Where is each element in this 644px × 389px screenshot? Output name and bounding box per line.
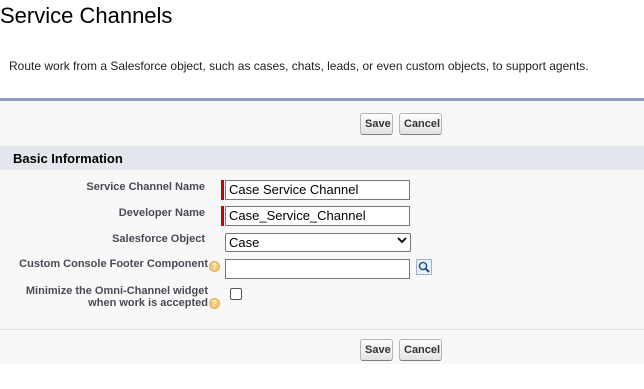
required-indicator — [221, 206, 224, 226]
minimize-widget-label-line2: when work is accepted — [88, 297, 208, 309]
save-button-top[interactable]: Save — [360, 113, 393, 135]
cancel-button-bottom[interactable]: Cancel — [399, 339, 442, 361]
section-title: Basic Information — [13, 151, 123, 166]
help-icon[interactable]: ? — [209, 261, 220, 272]
page-description: Route work from a Salesforce object, suc… — [9, 59, 589, 73]
custom-console-footer-input[interactable] — [225, 259, 410, 279]
required-indicator — [221, 180, 224, 200]
developer-name-label: Developer Name — [118, 207, 205, 219]
custom-console-footer-label: Custom Console Footer Component — [19, 258, 208, 270]
cancel-button-top[interactable]: Cancel — [399, 113, 442, 135]
help-icon[interactable]: ? — [209, 298, 220, 309]
divider — [0, 329, 644, 330]
minimize-widget-label-line1: Minimize the Omni-Channel widget — [25, 285, 208, 297]
service-channel-name-input[interactable]: Case Service Channel — [225, 180, 410, 200]
magnifier-lookup-icon[interactable] — [416, 259, 432, 275]
top-button-row: Save Cancel — [0, 101, 644, 145]
developer-name-input[interactable]: Case_Service_Channel — [225, 206, 410, 226]
save-button-bottom[interactable]: Save — [360, 339, 393, 361]
salesforce-object-label: Salesforce Object — [112, 233, 205, 245]
minimize-widget-checkbox[interactable] — [230, 288, 242, 300]
chevron-down-icon — [397, 235, 407, 248]
page-title: Service Channels — [0, 3, 173, 28]
service-channel-name-label: Service Channel Name — [86, 181, 205, 193]
salesforce-object-select[interactable]: Case — [225, 233, 411, 252]
edit-form-block: Save Cancel Basic Information Service Ch… — [0, 98, 644, 364]
section-header: Basic Information — [0, 146, 644, 170]
salesforce-object-selected-value: Case — [229, 235, 260, 250]
